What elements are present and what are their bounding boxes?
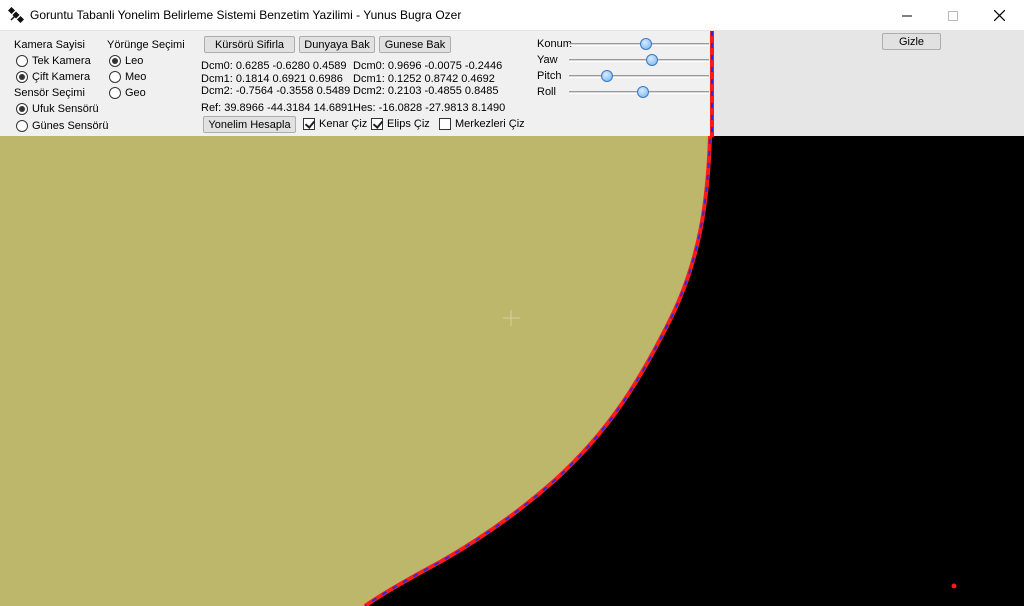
maximize-button[interactable] <box>930 0 976 31</box>
dcm0-right: Dcm0: 0.9696 -0.0075 -0.2446 <box>353 60 503 72</box>
radio-dot <box>16 103 28 115</box>
checkbox-draw-edge[interactable]: Kenar Çiz <box>303 117 367 131</box>
slider-pitch[interactable] <box>569 69 709 83</box>
slider-position[interactable] <box>569 37 709 51</box>
orbit-label: Yörünge Seçimi <box>107 39 185 51</box>
hes-value: Hes: -16.0828 -27.9813 8.1490 <box>353 102 506 114</box>
maximize-icon <box>948 10 958 21</box>
checkbox-draw-centers[interactable]: Merkezleri Çiz <box>439 117 525 131</box>
reset-cursor-button[interactable]: Kürsörü Sifirla <box>204 36 295 53</box>
radio-dot <box>16 55 28 67</box>
dcm2-left: Dcm2: -0.7564 -0.3558 0.5489 <box>201 85 351 97</box>
simulation-view[interactable] <box>0 136 1024 606</box>
radio-label: Leo <box>125 55 144 67</box>
radio-dot <box>16 71 28 83</box>
checkbox-label: Merkezleri Çiz <box>455 118 525 130</box>
close-icon <box>993 10 1005 21</box>
slider-label-position: Konum <box>537 38 572 50</box>
radio-orbit-meo[interactable]: Meo <box>109 70 146 84</box>
checkbox-box <box>303 118 315 130</box>
camera-count-label: Kamera Sayisi <box>14 39 85 51</box>
slider-thumb[interactable] <box>637 86 650 98</box>
radio-label: Ufuk Sensörü <box>32 103 99 115</box>
radio-orbit-geo[interactable]: Geo <box>109 86 146 100</box>
minimize-button[interactable] <box>884 0 930 31</box>
slider-thumb[interactable] <box>640 38 652 50</box>
dcm1-left: Dcm1: 0.1814 0.6921 0.6986 <box>201 73 343 85</box>
checkbox-draw-ellipse[interactable]: Elips Çiz <box>371 117 430 131</box>
radio-label: Geo <box>125 87 146 99</box>
radio-single-camera[interactable]: Tek Kamera <box>16 54 91 68</box>
slider-track <box>569 43 709 46</box>
sun-marker <box>951 583 957 589</box>
radio-dot <box>109 71 121 83</box>
slider-thumb[interactable] <box>645 54 658 66</box>
radio-sun-sensor[interactable]: Günes Sensörü <box>16 119 108 133</box>
radio-label: Çift Kamera <box>32 71 91 83</box>
close-button[interactable] <box>976 0 1022 31</box>
slider-thumb[interactable] <box>600 70 613 82</box>
side-panel <box>714 31 1024 136</box>
slider-track <box>569 75 709 78</box>
compute-attitude-button[interactable]: Yonelim Hesapla <box>203 116 296 133</box>
radio-dot <box>109 87 121 99</box>
radio-horizon-sensor[interactable]: Ufuk Sensörü <box>16 102 99 116</box>
slider-label-pitch: Pitch <box>537 70 562 82</box>
slider-label-roll: Roll <box>537 86 556 98</box>
radio-dot <box>109 55 121 67</box>
dcm0-left: Dcm0: 0.6285 -0.6280 0.4589 <box>201 60 347 72</box>
slider-track <box>569 59 709 62</box>
checkbox-label: Kenar Çiz <box>319 118 368 130</box>
radio-orbit-leo[interactable]: Leo <box>109 54 143 68</box>
radio-label: Günes Sensörü <box>32 120 109 132</box>
look-sun-button[interactable]: Gunese Bak <box>379 36 451 53</box>
checkbox-box <box>371 118 383 130</box>
dcm1-right: Dcm1: 0.1252 0.8742 0.4692 <box>353 73 495 85</box>
radio-dual-camera[interactable]: Çift Kamera <box>16 70 90 84</box>
earth-region <box>0 136 710 606</box>
minimize-icon <box>902 15 912 16</box>
slider-yaw[interactable] <box>569 53 709 67</box>
ref-value: Ref: 39.8966 -44.3184 14.6891 <box>201 102 354 114</box>
checkbox-box <box>439 118 451 130</box>
horizon-edge-top <box>710 31 714 137</box>
checkbox-label: Elips Çiz <box>387 118 430 130</box>
title-bar: Goruntu Tabanli Yonelim Belirleme Sistem… <box>0 0 1024 31</box>
hide-button[interactable]: Gizle <box>882 33 941 50</box>
slider-label-yaw: Yaw <box>537 54 558 66</box>
sensor-label: Sensör Seçimi <box>14 87 85 99</box>
radio-label: Tek Kamera <box>32 55 91 67</box>
look-world-button[interactable]: Dunyaya Bak <box>299 36 375 53</box>
window-title: Goruntu Tabanli Yonelim Belirleme Sistem… <box>30 8 462 22</box>
satellite-icon <box>7 6 25 24</box>
earth-horizon-render <box>0 136 957 606</box>
radio-dot <box>16 120 28 132</box>
dcm2-right: Dcm2: 0.2103 -0.4855 0.8485 <box>353 85 499 97</box>
slider-roll[interactable] <box>569 85 709 99</box>
radio-label: Meo <box>125 71 147 83</box>
